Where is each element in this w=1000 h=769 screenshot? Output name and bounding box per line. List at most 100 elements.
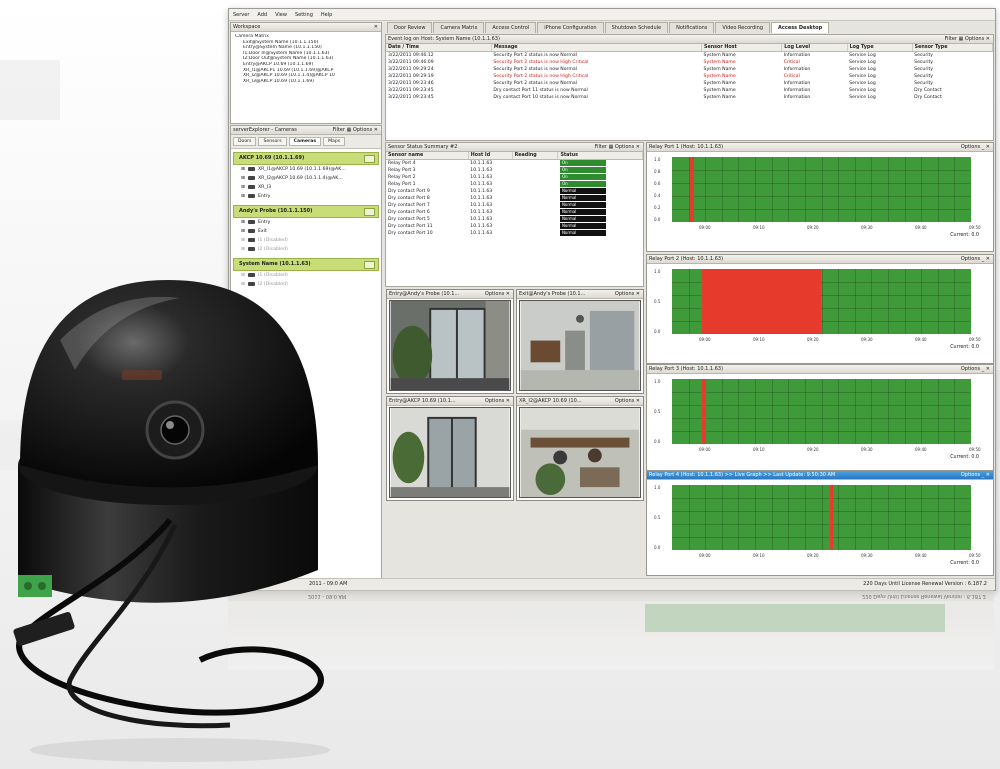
sensor-status-options[interactable]: Options (615, 144, 634, 150)
relay-options[interactable]: Options (961, 144, 980, 150)
camera-group-header[interactable]: AKCP 10.69 (10.1.1.69) (233, 152, 379, 165)
camera-item[interactable]: ⊞ Exit (233, 227, 379, 236)
close-icon[interactable]: ✕ (504, 291, 510, 297)
table-row[interactable]: Dry contact Port 10 10.1.1.63 Normal (386, 230, 643, 237)
sensor-status-filter[interactable]: Filter (595, 144, 607, 150)
relay-options[interactable]: Options (961, 472, 980, 478)
event-log-options[interactable]: Options (965, 36, 984, 42)
camera-view[interactable]: XR_I2@AKCP 10.69 (10... Options ✕ (516, 396, 644, 501)
expand-icon[interactable]: ⊞ (241, 167, 245, 172)
camera-options[interactable]: Options (615, 291, 634, 297)
close-icon[interactable]: ✕ (636, 144, 640, 150)
event-log-column-header[interactable]: Date / Time (386, 44, 492, 52)
tab-access-control[interactable]: Access Control (485, 22, 537, 33)
sensor-status-column-header[interactable]: Status (557, 152, 643, 160)
camera-item[interactable]: ⊞ I1 (Disabled) (233, 236, 379, 245)
menu-setting[interactable]: Setting (291, 12, 317, 18)
expand-icon[interactable]: ⊞ (241, 229, 245, 234)
table-row[interactable]: Dry contact Port 9 10.1.1.63 Normal (386, 188, 643, 195)
camera-item[interactable]: ⊞ XR_I3 (233, 183, 379, 192)
group-toggle-icon[interactable] (364, 261, 375, 269)
table-row[interactable]: Dry contact Port 11 10.1.1.63 Normal (386, 223, 643, 230)
group-toggle-icon[interactable] (364, 208, 375, 216)
menu-view[interactable]: View (271, 12, 291, 18)
explorer-tab-cameras[interactable]: Cameras (288, 137, 322, 146)
close-icon[interactable]: ✕ (634, 291, 640, 297)
table-row[interactable]: Relay Port 1 10.1.1.63 On (386, 181, 643, 188)
table-row[interactable]: Relay Port 2 10.1.1.63 On (386, 174, 643, 181)
expand-icon[interactable]: ⊞ (241, 238, 245, 243)
tab-camera-matrix[interactable]: Camera Matrix (433, 22, 485, 33)
event-log-column-header[interactable]: Log Level (781, 44, 848, 52)
explorer-tab-maps[interactable]: Maps (323, 137, 346, 146)
filter-icon[interactable]: ▦ (609, 144, 614, 150)
camera-view[interactable]: Entry@Andy's Probe (10.1... Options ✕ (386, 289, 514, 394)
event-log-column-header[interactable]: Sensor Type (912, 44, 994, 52)
filter-icon[interactable]: ▦ (959, 36, 964, 42)
table-row[interactable]: 3/22/2011 09:23:45 Dry contact Port 11 st… (386, 87, 993, 94)
filter-icon[interactable]: ▦ (347, 127, 352, 133)
close-icon[interactable]: ✕ (374, 127, 378, 133)
tab-shutdown-schedule[interactable]: Shutdown Schedule (604, 22, 669, 33)
table-row[interactable]: 3/22/2011 09:23:45 Dry contact Port 10 st… (386, 94, 993, 101)
menu-help[interactable]: Help (317, 12, 336, 18)
camera-item[interactable]: ⊞ XR_I2@AKCP 10.69 (10.1.1.4)@AK... (233, 174, 379, 183)
table-row[interactable]: 3/22/2011 09:23:46 Security Port 2 status… (386, 80, 993, 87)
close-icon[interactable]: ✕ (986, 36, 990, 42)
table-row[interactable]: Dry contact Port 7 10.1.1.63 Normal (386, 202, 643, 209)
tab-video-recording[interactable]: Video Recording (715, 22, 771, 33)
camera-item[interactable]: ⊞ XR_I1@AKCP 10.69 (10.1.1.69)@AK... (233, 165, 379, 174)
camera-item[interactable]: ⊞ I1 (Disabled) (233, 271, 379, 280)
event-log-column-header[interactable]: Message (491, 44, 703, 52)
camera-item[interactable]: ⊞ Entry (233, 218, 379, 227)
relay-options[interactable]: Options (961, 366, 980, 372)
close-icon[interactable]: ✕ (504, 398, 510, 404)
menu-server[interactable]: Server (229, 12, 253, 18)
expand-icon[interactable]: ⊞ (241, 185, 245, 190)
close-icon[interactable]: ✕ (374, 23, 378, 31)
close-icon[interactable]: ✕ (984, 472, 990, 478)
camera-item[interactable]: ⊞ I2 (Disabled) (233, 245, 379, 254)
camera-view[interactable]: Exit@Andy's Probe (10.1... Options ✕ (516, 289, 644, 394)
event-log-column-header[interactable]: Sensor Host (701, 44, 783, 52)
table-row[interactable]: Relay Port 4 10.1.1.63 On (386, 160, 643, 168)
table-row[interactable]: 3/22/2011 09:46:12 Security Port 2 status… (386, 52, 993, 60)
workspace-item[interactable]: XR_I3@AKCP 10.69 (10.1.1.69) (235, 79, 377, 85)
camera-group-header[interactable]: Andy's Probe (10.1.1.150) (233, 205, 379, 218)
sensor-status-column-header[interactable]: Reading (512, 152, 559, 160)
camera-group-header[interactable]: System Name (10.1.1.63) (233, 258, 379, 271)
table-row[interactable]: Dry contact Port 5 10.1.1.63 Normal (386, 216, 643, 223)
menu-add[interactable]: Add (253, 12, 271, 18)
table-row[interactable]: Dry contact Port 8 10.1.1.63 Normal (386, 195, 643, 202)
close-icon[interactable]: ✕ (984, 366, 990, 372)
relay-options[interactable]: Options (961, 256, 980, 262)
table-row[interactable]: 3/22/2011 09:29:24 Security Port 2 status… (386, 66, 993, 73)
sensor-status-column-header[interactable]: Host Id (468, 152, 513, 160)
group-toggle-icon[interactable] (364, 155, 375, 163)
camera-options[interactable]: Options (485, 398, 504, 404)
explorer-filter[interactable]: Filter (333, 127, 345, 133)
tab-access-desktop[interactable]: Access Desktop (771, 22, 830, 33)
table-row[interactable]: Relay Port 3 10.1.1.63 On (386, 167, 643, 174)
table-row[interactable]: 3/22/2011 09:46:09 Security Port 2 status… (386, 59, 993, 66)
expand-icon[interactable]: ⊞ (241, 273, 245, 278)
tab-notifications[interactable]: Notifications (669, 22, 715, 33)
camera-view[interactable]: Entry@AKCP 10.69 (10.1... Options ✕ (386, 396, 514, 501)
sensor-status-column-header[interactable]: Sensor name (386, 152, 469, 160)
close-icon[interactable]: ✕ (984, 256, 990, 262)
expand-icon[interactable]: ⊞ (241, 247, 245, 252)
close-icon[interactable]: ✕ (984, 144, 990, 150)
event-log-column-header[interactable]: Log Type (847, 44, 913, 52)
camera-options[interactable]: Options (485, 291, 504, 297)
expand-icon[interactable]: ⊞ (241, 194, 245, 199)
expand-icon[interactable]: ⊞ (241, 176, 245, 181)
event-log-filter[interactable]: Filter (945, 36, 957, 42)
explorer-tab-doors[interactable]: Doors (233, 137, 257, 146)
close-icon[interactable]: ✕ (634, 398, 640, 404)
tab-door-review[interactable]: Door Review (387, 22, 433, 33)
camera-item[interactable]: ⊞ Entry (233, 192, 379, 201)
camera-options[interactable]: Options (615, 398, 634, 404)
tab-iphone-configuration[interactable]: iPhone Configuration (537, 22, 604, 33)
table-row[interactable]: Dry contact Port 6 10.1.1.63 Normal (386, 209, 643, 216)
table-row[interactable]: 3/22/2011 09:29:19 Security Port 2 status… (386, 73, 993, 80)
